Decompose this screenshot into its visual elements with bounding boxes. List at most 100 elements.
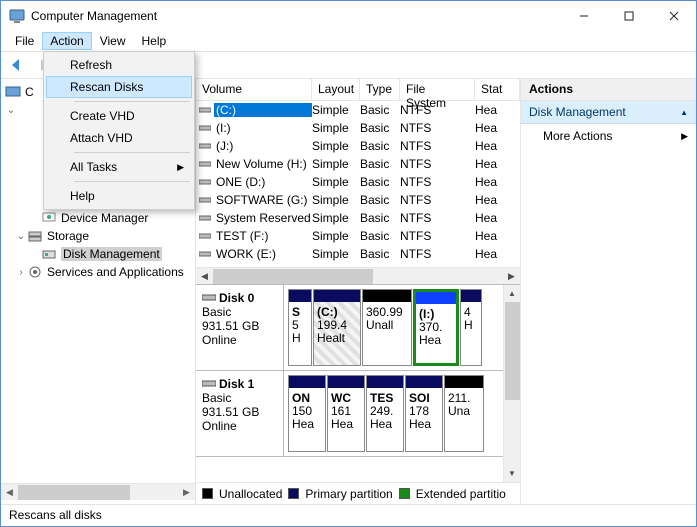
col-volume[interactable]: Volume [196,79,312,100]
disk-size: 931.51 GB [202,319,277,333]
volume-name: (J:) [214,139,312,153]
volume-status: Hea [475,229,520,243]
legend-swatch-extended [399,488,410,499]
volume-row[interactable]: SOFTWARE (G:)SimpleBasicNTFSHea [196,191,520,209]
volume-row[interactable]: System ReservedSimpleBasicNTFSHea [196,209,520,227]
disk-partition[interactable]: (C:)199.4Healt [313,289,361,366]
tree-scrollbar[interactable]: ◀▶ [1,483,195,500]
menu-action[interactable]: Action [42,32,91,50]
menu-refresh[interactable]: Refresh [46,54,192,76]
menu-view[interactable]: View [92,32,134,50]
disk-type: Basic [202,305,277,319]
tree-storage[interactable]: ⌄Storage [1,227,195,245]
menu-attach-vhd[interactable]: Attach VHD [46,127,192,149]
maximize-button[interactable] [606,1,651,31]
volume-type: Basic [360,139,400,153]
menu-rescan-disks[interactable]: Rescan Disks [46,76,192,98]
volume-fs: NTFS [400,157,475,171]
volume-name: SOFTWARE (G:) [214,193,312,207]
volume-name: New Volume (H:) [214,157,312,171]
actions-pane: Actions Disk Management▲ More Actions▶ [521,79,696,504]
disk-layout: Disk 0Basic931.51 GBOnlineS5H(C:)199.4He… [196,284,520,482]
disk-type: Basic [202,391,277,405]
window-title: Computer Management [31,9,561,23]
volume-row[interactable]: (C:)SimpleBasicNTFSHea [196,101,520,119]
volume-icon [196,141,214,151]
tree-disk-management[interactable]: Disk Management [1,245,195,263]
volume-type: Basic [360,157,400,171]
disk-partition[interactable]: S5H [288,289,312,366]
back-button[interactable] [5,54,27,76]
volume-row[interactable]: New Volume (H:)SimpleBasicNTFSHea [196,155,520,173]
menu-help[interactable]: Help [46,185,192,207]
volume-type: Basic [360,211,400,225]
disk-partition[interactable]: (I:)370.Hea [413,289,459,366]
legend-label-primary: Primary partition [305,487,392,501]
disk-partition[interactable]: WC161Hea [327,375,365,452]
disk-partition[interactable]: ON150Hea [288,375,326,452]
disk-title: Disk 0 [219,291,254,305]
col-layout[interactable]: Layout [312,79,360,100]
actions-group[interactable]: Disk Management▲ [521,101,696,124]
volume-layout: Simple [312,103,360,117]
volume-name: System Reserved [214,211,312,225]
tree-device-manager[interactable]: Device Manager [1,209,195,227]
volume-status: Hea [475,121,520,135]
volume-icon [196,195,214,205]
volume-row[interactable]: ONE (D:)SimpleBasicNTFSHea [196,173,520,191]
center-pane: Volume Layout Type File System Stat (C:)… [196,79,521,504]
volume-fs: NTFS [400,193,475,207]
disk-partition[interactable]: 4H [460,289,482,366]
volume-status: Hea [475,175,520,189]
minimize-button[interactable] [561,1,606,31]
col-status[interactable]: Stat [475,79,520,100]
volume-type: Basic [360,175,400,189]
menu-help[interactable]: Help [134,32,175,50]
legend-swatch-unallocated [202,488,213,499]
tree-services[interactable]: ›Services and Applications [1,263,195,281]
volume-name: WORK (E:) [214,247,312,261]
volume-type: Basic [360,103,400,117]
disk-partition[interactable]: 360.99Unall [362,289,412,366]
disk-title: Disk 1 [219,377,254,391]
menu-all-tasks[interactable]: All Tasks▶ [46,156,192,178]
volume-icon [196,177,214,187]
menu-file[interactable]: File [7,32,42,50]
volume-icon [196,123,214,133]
volume-type: Basic [360,247,400,261]
volume-status: Hea [475,193,520,207]
close-button[interactable] [651,1,696,31]
volume-layout: Simple [312,247,360,261]
titlebar: Computer Management [1,1,696,31]
volume-layout: Simple [312,175,360,189]
volume-type: Basic [360,229,400,243]
col-type[interactable]: Type [360,79,400,100]
volume-name: (C:) [214,103,312,117]
disk-info: Disk 1Basic931.51 GBOnline [196,371,284,456]
volume-layout: Simple [312,211,360,225]
disk-row: Disk 0Basic931.51 GBOnline S5H(C:)199.4He… [196,285,503,371]
disk-row: Disk 1Basic931.51 GBOnlineON150HeaWC161H… [196,371,503,457]
actions-more[interactable]: More Actions▶ [521,124,696,148]
legend-swatch-primary [288,488,299,499]
volume-header: Volume Layout Type File System Stat [196,79,520,101]
col-fs[interactable]: File System [400,79,475,100]
volume-row[interactable]: (J:)SimpleBasicNTFSHea [196,137,520,155]
volume-layout: Simple [312,121,360,135]
volume-layout: Simple [312,157,360,171]
menu-create-vhd[interactable]: Create VHD [46,105,192,127]
disk-status: Online [202,333,277,347]
volume-scrollbar[interactable]: ◀▶ [196,267,520,284]
app-icon [9,8,25,24]
volume-row[interactable]: TEST (F:)SimpleBasicNTFSHea [196,227,520,245]
disk-partition[interactable]: SOI178Hea [405,375,443,452]
volume-name: (I:) [214,121,312,135]
volume-row[interactable]: WORK (E:)SimpleBasicNTFSHea [196,245,520,263]
volume-row[interactable]: (I:)SimpleBasicNTFSHea [196,119,520,137]
legend-label-unallocated: Unallocated [219,487,282,501]
disk-partition[interactable]: 211.Una [444,375,484,452]
legend-label-extended: Extended partitio [416,487,506,501]
disk-scrollbar[interactable]: ▲▼ [503,285,520,482]
volume-status: Hea [475,211,520,225]
disk-partition[interactable]: TES249.Hea [366,375,404,452]
